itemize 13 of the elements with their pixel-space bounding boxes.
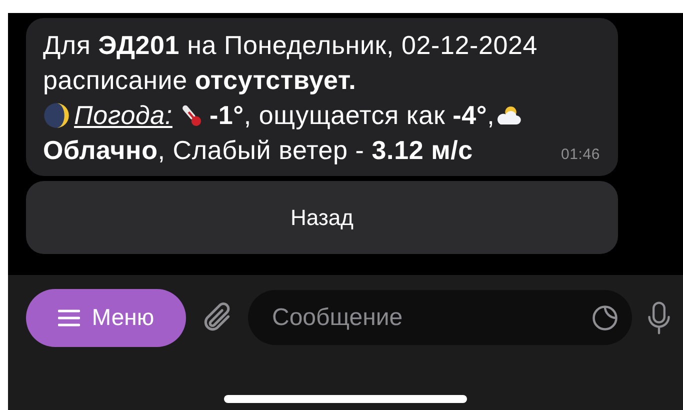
message-time: 01:46 xyxy=(560,145,600,165)
message-text: Облачно, Слабый ветер - 3.12 м/с xyxy=(43,134,473,167)
message-input[interactable]: Сообщение xyxy=(248,290,632,345)
microphone-icon[interactable] xyxy=(646,300,672,336)
keyboard-button[interactable]: Назад xyxy=(26,181,618,254)
weather-label: Погода: xyxy=(74,99,172,132)
temperature-text: -1°, ощущается как -4°, xyxy=(209,99,495,132)
moon-icon xyxy=(43,102,70,129)
sticker-icon[interactable] xyxy=(590,303,620,333)
menu-icon xyxy=(58,308,80,326)
message-text: расписание отсутствует. xyxy=(43,64,358,97)
menu-button[interactable]: Меню xyxy=(26,288,186,346)
message-text: Для ЭД201 на Понедельник, 02-12-2024 xyxy=(43,29,539,62)
